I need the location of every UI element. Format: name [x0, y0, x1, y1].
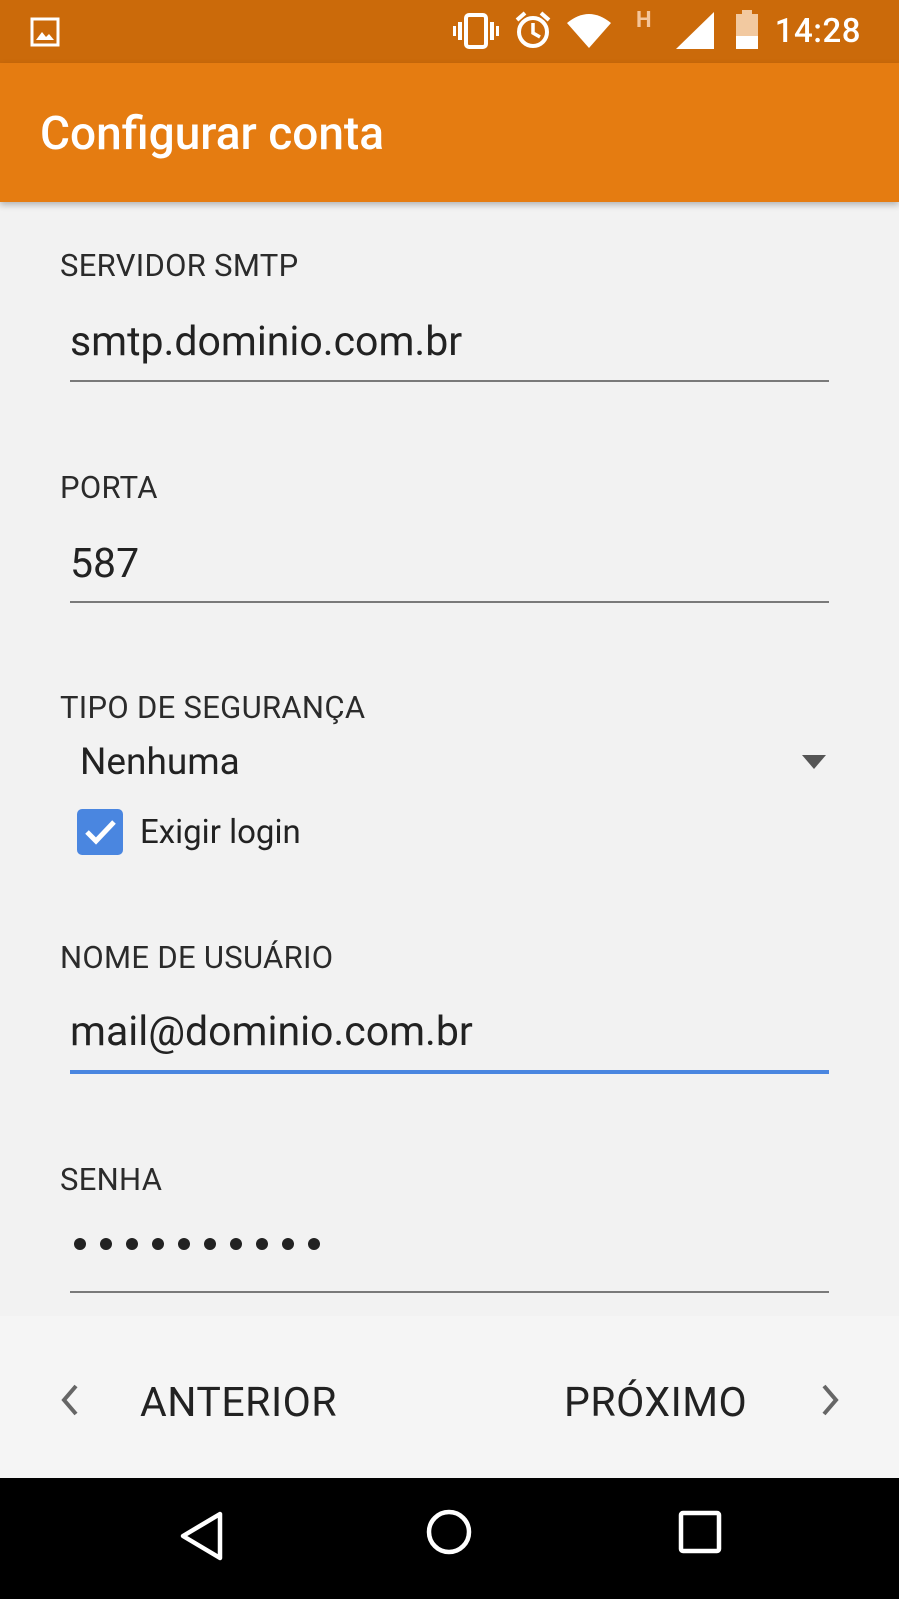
password-mask-dot [204, 1238, 216, 1250]
password-input[interactable] [74, 1238, 320, 1250]
password-mask-dot [308, 1238, 320, 1250]
smtp-server-underline [70, 380, 829, 382]
checkbox-checked-icon[interactable] [77, 809, 123, 855]
password-label: SENHA [60, 1161, 163, 1198]
status-bar: H 14:28 [0, 0, 899, 63]
password-underline [70, 1291, 829, 1293]
password-mask-dot [256, 1238, 268, 1250]
network-type-label: H [636, 8, 652, 33]
home-icon[interactable] [425, 1508, 473, 1556]
page-title: Configurar conta [40, 107, 385, 161]
security-type-value[interactable]: Nenhuma [80, 741, 240, 784]
password-mask-dot [126, 1238, 138, 1250]
security-type-label: TIPO DE SEGURANÇA [60, 689, 366, 726]
password-mask-dot [230, 1238, 242, 1250]
next-button-label[interactable]: PRÓXIMO [564, 1379, 747, 1427]
wizard-navigation [0, 1316, 899, 1478]
username-label: NOME DE USUÁRIO [60, 939, 334, 976]
smtp-server-label: SERVIDOR SMTP [60, 247, 299, 284]
previous-button-label[interactable]: ANTERIOR [140, 1379, 337, 1427]
recents-icon[interactable] [678, 1510, 722, 1554]
alarm-icon [515, 11, 551, 48]
port-input[interactable]: 587 [70, 540, 139, 588]
password-mask-dot [282, 1238, 294, 1250]
wifi-icon [567, 14, 611, 48]
image-icon [30, 17, 60, 47]
port-underline [70, 601, 829, 603]
username-input[interactable]: mail@dominio.com.br [70, 1008, 473, 1056]
chevron-left-icon[interactable] [58, 1382, 82, 1418]
password-mask-dot [100, 1238, 112, 1250]
clock: 14:28 [774, 12, 861, 51]
require-login-label[interactable]: Exigir login [140, 813, 301, 852]
battery-icon [736, 10, 758, 49]
smtp-server-input[interactable]: smtp.dominio.com.br [70, 318, 462, 366]
password-mask-dot [74, 1238, 86, 1250]
back-icon[interactable] [178, 1510, 226, 1562]
vibrate-icon [453, 13, 499, 49]
system-nav-bar [0, 1478, 899, 1599]
chevron-right-icon[interactable] [818, 1382, 842, 1418]
port-label: PORTA [60, 469, 158, 506]
signal-icon [676, 12, 714, 49]
password-mask-dot [178, 1238, 190, 1250]
dropdown-arrow-icon[interactable] [802, 755, 826, 769]
app-bar: Configurar conta [0, 63, 899, 202]
username-underline-focused [70, 1070, 829, 1074]
password-mask-dot [152, 1238, 164, 1250]
